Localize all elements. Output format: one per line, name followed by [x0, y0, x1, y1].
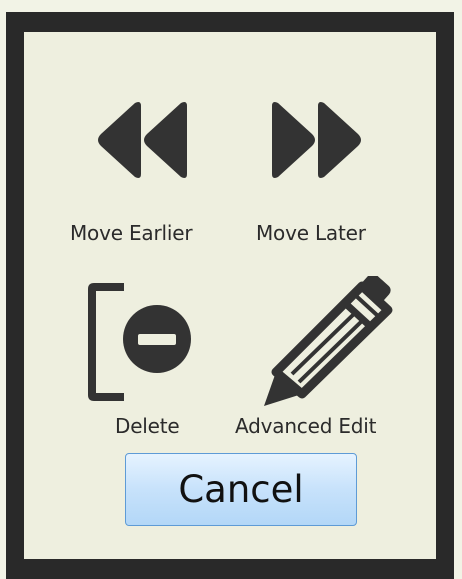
rewind-icon	[98, 102, 187, 178]
move-earlier-label: Move Earlier	[70, 221, 193, 245]
move-later-button[interactable]: Move Later	[244, 92, 404, 282]
action-panel: Move Earlier Move Later Delete Advanced …	[24, 32, 436, 559]
remove-item-icon	[88, 283, 191, 401]
pencil-icon	[264, 276, 393, 406]
cancel-button[interactable]: Cancel	[125, 453, 357, 526]
move-later-label: Move Later	[256, 221, 366, 245]
move-earlier-button[interactable]: Move Earlier	[64, 92, 224, 282]
action-dialog: Move Earlier Move Later Delete Advanced …	[6, 12, 454, 579]
advanced-edit-button[interactable]: Advanced Edit	[234, 272, 434, 452]
delete-button[interactable]: Delete	[79, 272, 229, 452]
advanced-edit-label: Advanced Edit	[235, 414, 377, 438]
delete-label: Delete	[115, 414, 180, 438]
fast-forward-icon	[272, 102, 361, 178]
